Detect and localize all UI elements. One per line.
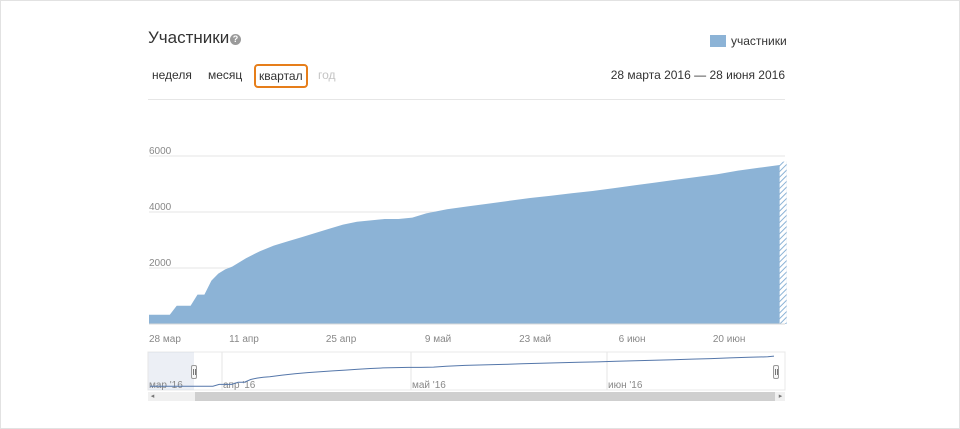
x-tick-label: 25 апр — [326, 334, 357, 345]
x-tick-label: 11 апр — [229, 334, 259, 345]
navigator-left-handle[interactable] — [191, 365, 197, 379]
scrollbar-thumb[interactable] — [195, 392, 775, 401]
area-series-participants — [149, 161, 787, 324]
y-tick-label: 6000 — [149, 146, 172, 157]
x-axis: 28 мар 11 апр 25 апр 9 май 23 май 6 июн 20 июн — [149, 334, 745, 345]
navigator[interactable]: мар '16 апр '16 май '16 июн '16 — [147, 351, 786, 391]
x-tick-label: 9 май — [425, 334, 451, 345]
x-tick-label: 28 мар — [149, 334, 181, 345]
scroll-left-arrow[interactable]: ◂ — [148, 392, 157, 401]
navigator-label: июн '16 — [608, 380, 643, 391]
x-tick-label: 23 май — [519, 334, 551, 345]
x-tick-label: 6 июн — [619, 334, 646, 345]
chart-area — [149, 161, 787, 325]
navigator-right-handle[interactable] — [773, 365, 779, 379]
participants-chart: 2000 4000 6000 28 мар 11 апр 25 апр 9 май 23 м… — [147, 146, 787, 391]
incomplete-period-hatch — [779, 161, 787, 324]
x-tick-label: 20 июн — [713, 334, 746, 345]
navigator-label: апр '16 — [223, 380, 256, 391]
navigator-label: май '16 — [412, 380, 446, 391]
scroll-right-arrow[interactable]: ▸ — [776, 392, 785, 401]
y-axis: 2000 4000 6000 — [149, 146, 172, 269]
navigator-label: мар '16 — [149, 380, 183, 391]
y-tick-label: 2000 — [149, 258, 172, 269]
y-tick-label: 4000 — [149, 202, 172, 213]
